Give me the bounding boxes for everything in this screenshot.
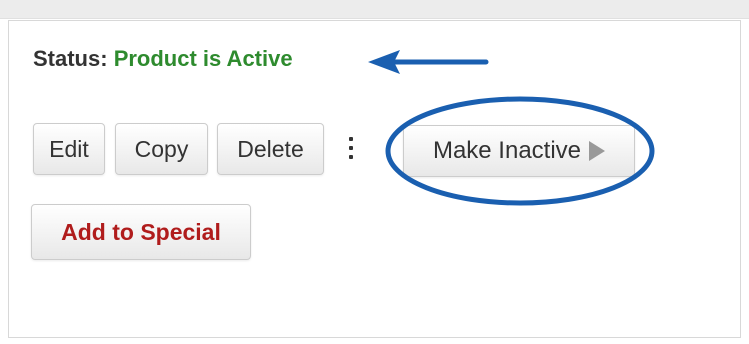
status-line: Status: Product is Active — [33, 46, 293, 72]
delete-button[interactable]: Delete — [217, 123, 324, 175]
kebab-menu-icon[interactable] — [344, 137, 358, 159]
status-label: Status: — [33, 46, 108, 71]
edit-button[interactable]: Edit — [33, 123, 105, 175]
status-value: Product is Active — [113, 46, 293, 71]
add-to-special-button[interactable]: Add to Special — [31, 204, 251, 260]
annotation-arrow-icon — [368, 50, 489, 74]
top-bar — [0, 0, 749, 19]
annotation-circle — [385, 96, 655, 206]
copy-button[interactable]: Copy — [115, 123, 208, 175]
